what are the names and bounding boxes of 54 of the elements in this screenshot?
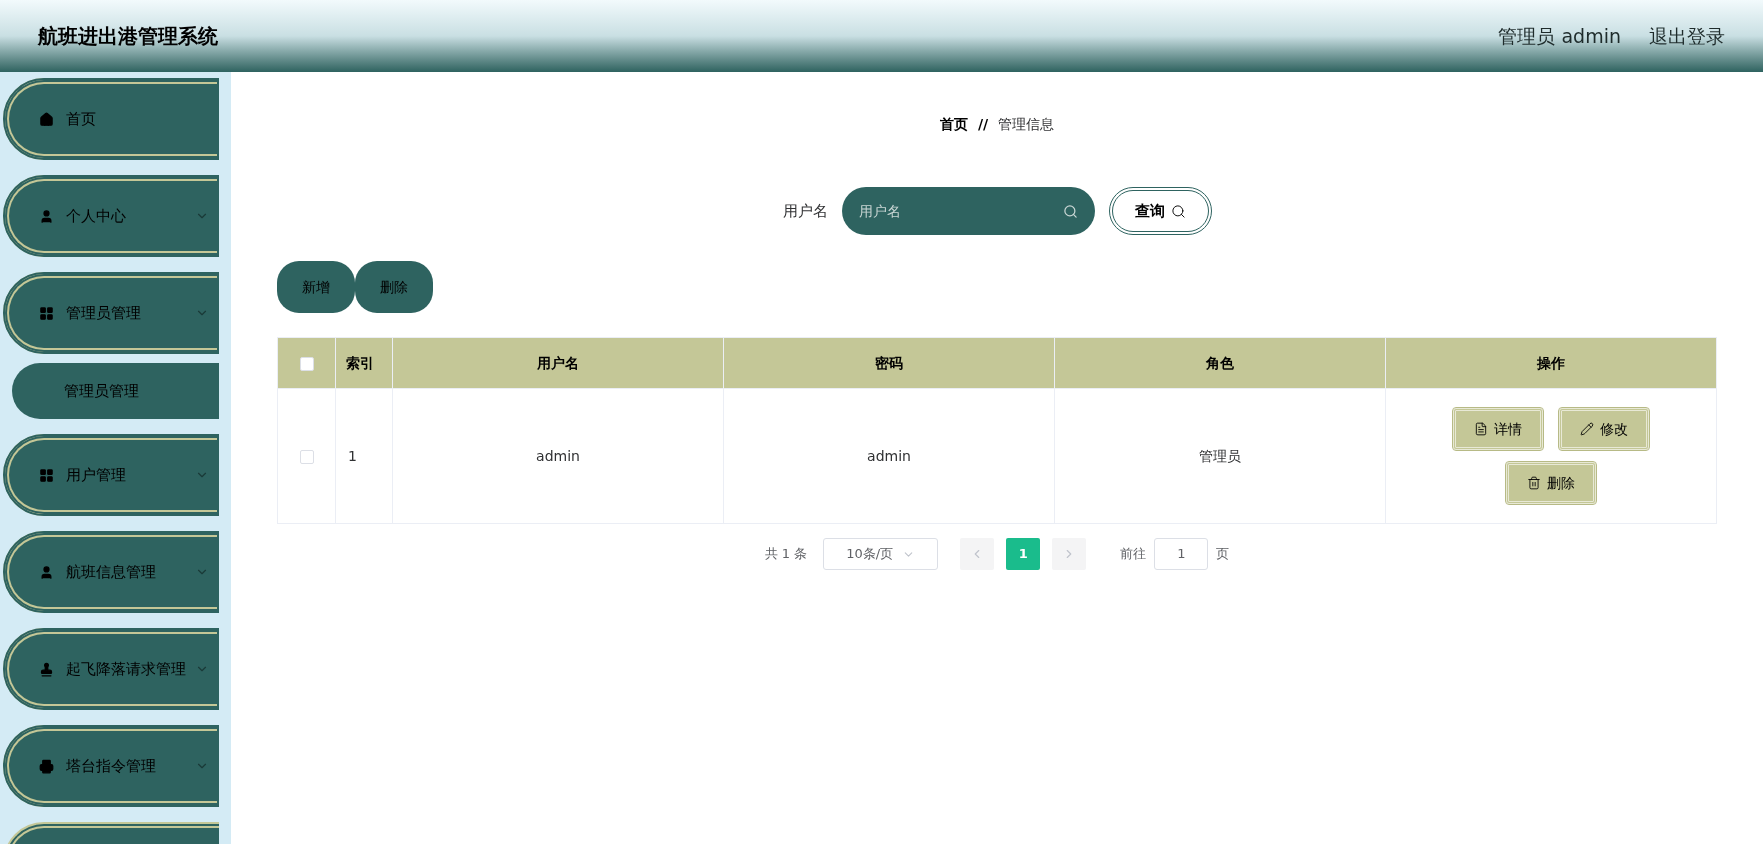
total-count: 共 1 条 (764, 545, 808, 564)
menu-icon (39, 564, 54, 580)
logout-link[interactable]: 退出登录 (1649, 21, 1725, 51)
page-button[interactable]: 1 (1006, 538, 1041, 570)
user-label: 管理员 admin (1498, 23, 1621, 49)
add-button[interactable]: 新增 (277, 261, 355, 313)
select-all-checkbox[interactable] (299, 356, 314, 371)
delete-button[interactable]: 删除 (1506, 462, 1596, 504)
goto-suffix: 页 (1216, 545, 1230, 564)
next-page-button[interactable] (1052, 538, 1087, 570)
goto-page-field[interactable]: 1 (1154, 538, 1209, 570)
menu-icon (39, 208, 54, 224)
menu-item[interactable]: 管理员管理 (3, 272, 219, 354)
column-header: 索引 (346, 354, 374, 371)
menu-icon (39, 467, 54, 483)
document-icon (1474, 422, 1488, 436)
menu-item[interactable]: 航班信息管理 (3, 531, 219, 613)
column-header: 用户名 (537, 354, 579, 371)
edit-button[interactable]: 修改 (1559, 408, 1649, 450)
search-icon (1062, 203, 1078, 219)
search-icon (1170, 203, 1186, 219)
row-checkbox[interactable] (299, 449, 314, 464)
delete-button[interactable]: 删除 (355, 261, 433, 313)
goto-label: 前往 (1120, 545, 1147, 564)
table-cell: admin (536, 447, 580, 464)
search-field[interactable]: 用户名 (841, 187, 1095, 235)
menu-icon (39, 305, 54, 321)
app-title: 航班进出港管理系统 (38, 23, 218, 50)
menu-item[interactable]: 个人中心 (3, 175, 219, 257)
submenu-item[interactable]: 管理员管理 (12, 363, 219, 419)
breadcrumb-separator: // (977, 115, 989, 134)
column-header: 操作 (1537, 354, 1565, 371)
detail-button[interactable]: 详情 (1453, 408, 1543, 450)
prev-page-button[interactable] (960, 538, 995, 570)
pencil-icon (1580, 422, 1594, 436)
column-header: 角色 (1206, 354, 1234, 371)
query-button[interactable]: 查询 (1108, 187, 1212, 235)
menu-item[interactable]: 塔台指令管理 (3, 725, 219, 807)
menu-item[interactable]: 用户管理 (3, 434, 219, 516)
menu-icon (39, 111, 54, 127)
table-cell: 1 (348, 447, 357, 464)
table-cell: admin (867, 447, 911, 464)
breadcrumb-home[interactable]: 首页 (939, 114, 968, 135)
page-size-select[interactable]: 10条/页 (823, 538, 939, 570)
column-header: 密码 (875, 354, 903, 371)
menu-item[interactable]: 起飞降落请求管理 (3, 628, 219, 710)
trash-icon (1527, 476, 1541, 490)
search-input[interactable]: 用户名 (858, 200, 1063, 222)
menu-icon (39, 758, 54, 774)
menu-item[interactable]: 首页 (3, 78, 219, 160)
breadcrumb-current: 管理信息 (998, 115, 1055, 134)
table-cell: 管理员 (1199, 447, 1241, 464)
search-label: 用户名 (782, 200, 828, 222)
menu-icon (39, 661, 54, 677)
